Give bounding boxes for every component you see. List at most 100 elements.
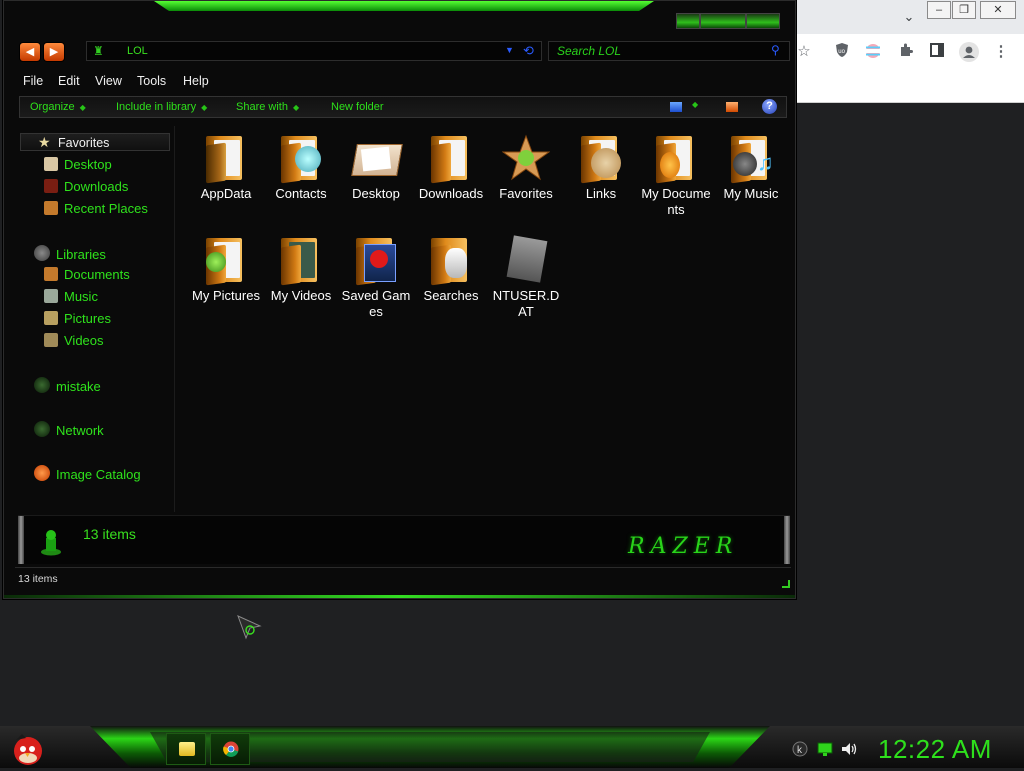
chrome-icon bbox=[223, 741, 239, 757]
libraries-icon bbox=[34, 245, 50, 261]
tab-search-chevron-icon[interactable]: ⌄ bbox=[900, 8, 918, 26]
nav-item-desktop[interactable]: Desktop bbox=[44, 157, 112, 175]
downloads-folder-icon bbox=[427, 134, 475, 184]
organize-button[interactable]: Organize ◆ bbox=[30, 101, 86, 113]
preview-pane-icon[interactable] bbox=[726, 102, 738, 112]
address-text: LOL bbox=[127, 45, 148, 57]
search-box[interactable]: ⚲ bbox=[548, 41, 790, 61]
back-button[interactable]: ◀ bbox=[19, 42, 41, 62]
file-name: Downloads bbox=[418, 186, 484, 201]
share-dropdown-icon: ◆ bbox=[292, 103, 300, 112]
file-item-ntuser-dat[interactable]: NTUSER.DAT bbox=[489, 235, 563, 320]
tray-app-icon[interactable]: k bbox=[792, 741, 808, 757]
downloads-icon bbox=[44, 179, 58, 193]
browser-menu-icon[interactable]: ⋮ bbox=[991, 42, 1011, 62]
view-dropdown-icon[interactable]: ◆ bbox=[692, 100, 698, 109]
menu-tools[interactable]: Tools bbox=[137, 74, 166, 88]
nav-item-label: Recent Places bbox=[64, 201, 148, 216]
organize-label: Organize bbox=[30, 101, 75, 113]
file-item-desktop[interactable]: Desktop bbox=[339, 134, 413, 202]
file-name: Searches bbox=[423, 288, 479, 303]
extensions-puzzle-icon[interactable] bbox=[896, 42, 916, 62]
include-dropdown-icon: ◆ bbox=[201, 103, 208, 112]
nav-item-mistake[interactable]: mistake bbox=[34, 377, 101, 395]
nav-item-music[interactable]: Music bbox=[44, 289, 98, 307]
include-in-library-button[interactable]: Include in library ◆ bbox=[116, 101, 207, 113]
file-item-my-videos[interactable]: My Videos bbox=[264, 236, 338, 304]
file-item-links[interactable]: Links bbox=[564, 134, 638, 202]
navigation-pane: ★ Favorites Desktop Downloads Recent Pla… bbox=[18, 126, 175, 512]
recent-places-icon bbox=[44, 201, 58, 215]
videos-icon bbox=[44, 333, 58, 347]
volume-tray-icon[interactable] bbox=[841, 741, 857, 757]
flag-extension-icon[interactable] bbox=[863, 42, 883, 62]
search-icon[interactable]: ⚲ bbox=[771, 43, 780, 57]
file-name: My Documents bbox=[641, 186, 711, 217]
maximize-button[interactable] bbox=[700, 13, 746, 29]
nav-item-label: Desktop bbox=[64, 157, 112, 172]
new-folder-button[interactable]: New folder bbox=[331, 101, 384, 113]
refresh-icon[interactable]: ⟲ bbox=[523, 43, 534, 59]
favorites-star-icon: ★ bbox=[38, 134, 51, 150]
nav-libraries[interactable]: Libraries bbox=[34, 245, 106, 263]
nav-favorites[interactable]: ★ Favorites bbox=[20, 133, 170, 151]
share-with-button[interactable]: Share with ◆ bbox=[236, 101, 299, 113]
music-folder-icon: ♫ bbox=[727, 134, 775, 184]
file-item-saved-games[interactable]: Saved Games bbox=[339, 236, 413, 320]
file-item-favorites[interactable]: Favorites bbox=[489, 134, 563, 202]
close-button[interactable] bbox=[746, 13, 780, 29]
nav-item-recent-places[interactable]: Recent Places bbox=[44, 201, 148, 219]
taskbar-explorer-button[interactable] bbox=[166, 733, 206, 765]
nav-item-network[interactable]: Network bbox=[34, 421, 104, 439]
file-item-my-music[interactable]: ♫ My Music bbox=[714, 134, 788, 202]
taskbar-chrome-button[interactable] bbox=[210, 733, 250, 765]
explorer-window: ◀ ▶ ♜ LOL ▼ ⟲ ⚲ File Edit View Tools Hel… bbox=[3, 0, 796, 599]
start-button[interactable] bbox=[8, 730, 48, 766]
close-button[interactable]: ✕ bbox=[980, 1, 1016, 19]
help-icon[interactable]: ? bbox=[762, 99, 777, 114]
view-options-icon[interactable] bbox=[670, 102, 682, 112]
nav-item-label: Pictures bbox=[64, 311, 111, 326]
file-name: Contacts bbox=[275, 186, 327, 201]
browser-tabstrip: ⌄ – ❐ ✕ bbox=[796, 0, 1024, 34]
minimize-button[interactable] bbox=[676, 13, 700, 29]
search-input[interactable] bbox=[557, 44, 757, 58]
file-item-downloads[interactable]: Downloads bbox=[414, 134, 488, 202]
forward-button[interactable]: ▶ bbox=[43, 42, 65, 62]
nav-item-videos[interactable]: Videos bbox=[44, 333, 104, 351]
desktop-icon bbox=[44, 157, 58, 171]
folder-logo-icon bbox=[40, 528, 62, 556]
file-item-searches[interactable]: Searches bbox=[414, 236, 488, 304]
documents-folder-icon bbox=[652, 134, 700, 184]
contacts-folder-icon bbox=[277, 134, 325, 184]
menu-view[interactable]: View bbox=[95, 74, 122, 88]
resize-grip-icon[interactable] bbox=[782, 580, 790, 588]
file-icon bbox=[502, 235, 550, 284]
profile-avatar-icon[interactable] bbox=[959, 42, 979, 62]
address-dropdown-icon[interactable]: ▼ bbox=[505, 45, 514, 55]
nav-item-pictures[interactable]: Pictures bbox=[44, 311, 111, 329]
file-item-contacts[interactable]: Contacts bbox=[264, 134, 338, 202]
side-panel-icon[interactable] bbox=[927, 42, 947, 62]
browser-toolbar: ☆ uo ⋮ bbox=[796, 34, 1024, 70]
taskbar-clock[interactable]: 12:22 AM bbox=[878, 734, 992, 765]
bookmark-star-icon[interactable]: ☆ bbox=[794, 42, 814, 62]
status-text: 13 items bbox=[18, 573, 58, 585]
nav-item-image-catalog[interactable]: Image Catalog bbox=[34, 465, 141, 483]
file-item-my-documents[interactable]: My Documents bbox=[639, 134, 713, 218]
image-catalog-icon bbox=[34, 465, 50, 481]
address-bar[interactable]: ♜ LOL ▼ ⟲ bbox=[86, 41, 542, 61]
menu-file[interactable]: File bbox=[23, 74, 43, 88]
file-item-appdata[interactable]: AppData bbox=[189, 134, 263, 202]
pictures-folder-icon bbox=[202, 236, 250, 286]
minimize-button[interactable]: – bbox=[927, 1, 951, 19]
file-item-my-pictures[interactable]: My Pictures bbox=[189, 236, 263, 304]
nav-favorites-label: Favorites bbox=[58, 136, 110, 150]
menu-help[interactable]: Help bbox=[183, 74, 209, 88]
restore-button[interactable]: ❐ bbox=[952, 1, 976, 19]
nav-item-downloads[interactable]: Downloads bbox=[44, 179, 128, 197]
nav-item-documents[interactable]: Documents bbox=[44, 267, 130, 285]
menu-edit[interactable]: Edit bbox=[58, 74, 80, 88]
network-tray-icon[interactable] bbox=[817, 741, 833, 757]
ublock-icon[interactable]: uo bbox=[832, 42, 852, 62]
